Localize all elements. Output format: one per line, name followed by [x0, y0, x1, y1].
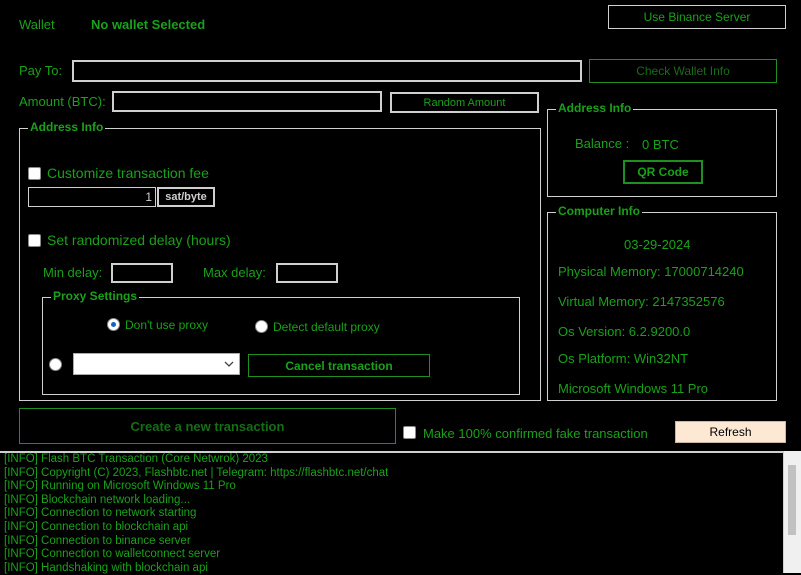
cancel-transaction-button[interactable]: Cancel transaction [248, 354, 430, 377]
log-line: [INFO] Connection to network starting [4, 507, 197, 520]
os-version-text: Os Version: 6.2.9200.0 [558, 324, 691, 339]
log-line: [INFO] Blockchain network loading... [4, 493, 190, 506]
log-line: [INFO] Copyright (C) 2023, Flashbtc.net … [4, 466, 389, 479]
fee-unit-label: sat/byte [157, 187, 215, 207]
amount-input[interactable] [112, 91, 382, 112]
random-delay-label: Set randomized delay (hours) [47, 232, 231, 248]
os-name-text: Microsoft Windows 11 Pro [558, 381, 709, 396]
detect-proxy-radio[interactable] [255, 320, 268, 333]
dont-use-proxy-label: Don't use proxy [125, 318, 208, 332]
customize-fee-label: Customize transaction fee [47, 165, 209, 181]
address-info-right-title: Address Info [556, 101, 634, 115]
computer-info-group: Computer Info 03-29-2024 Physical Memory… [547, 204, 777, 401]
fee-input[interactable]: 1 [28, 187, 156, 207]
log-line: [INFO] Flash BTC Transaction (Core Netwr… [4, 453, 268, 465]
proxy-select[interactable] [73, 353, 240, 375]
random-delay-checkbox[interactable] [28, 234, 41, 247]
detect-proxy-label: Detect default proxy [273, 320, 380, 334]
wallet-value: No wallet Selected [91, 17, 206, 32]
create-transaction-button[interactable]: Create a new transaction [19, 408, 396, 444]
log-line: [INFO] Connection to blockchain api [4, 520, 189, 533]
pay-to-input[interactable] [72, 60, 582, 82]
proxy-settings-group: Proxy Settings Don't use proxy Detect de… [42, 289, 520, 395]
customize-fee-checkbox[interactable] [28, 167, 41, 180]
refresh-button[interactable]: Refresh [675, 421, 786, 443]
custom-proxy-radio[interactable] [49, 358, 62, 371]
min-delay-input[interactable] [111, 263, 173, 283]
fake-confirm-label: Make 100% confirmed fake transaction [423, 426, 648, 441]
balance-label: Balance : [575, 136, 630, 151]
log-line: [INFO] Running on Microsoft Windows 11 P… [4, 480, 236, 493]
log-panel[interactable]: [INFO] Flash BTC Transaction (Core Netwr… [0, 451, 801, 575]
computer-info-title: Computer Info [556, 204, 642, 218]
amount-label: Amount (BTC): [19, 94, 106, 109]
address-info-group: Address Info Customize transaction fee 1… [19, 120, 541, 401]
os-platform-text: Os Platform: Win32NT [558, 351, 689, 366]
proxy-settings-title: Proxy Settings [51, 289, 140, 303]
max-delay-input[interactable] [276, 263, 338, 283]
pay-to-label: Pay To: [19, 63, 63, 78]
log-line: [INFO] Handshaking with blockchain api [4, 561, 208, 574]
address-info-title: Address Info [28, 120, 106, 134]
use-binance-server-button[interactable]: Use Binance Server [608, 5, 786, 29]
date-text: 03-29-2024 [624, 237, 691, 252]
fake-confirm-checkbox[interactable] [403, 426, 416, 439]
log-scrollbar[interactable] [783, 451, 801, 573]
balance-value: 0 BTC [642, 137, 679, 152]
chevron-down-icon [224, 361, 234, 367]
wallet-label: Wallet [19, 17, 55, 32]
log-line: [INFO] Connection to binance server [4, 534, 191, 547]
max-delay-label: Max delay: [203, 265, 266, 280]
virtual-memory-text: Virtual Memory: 2147352576 [558, 294, 725, 309]
scrollbar-thumb[interactable] [788, 465, 796, 535]
log-line: [INFO] Connection to walletconnect serve… [4, 548, 221, 561]
random-amount-button[interactable]: Random Amount [390, 92, 539, 113]
check-wallet-info-button[interactable]: Check Wallet Info [589, 59, 777, 83]
physical-memory-text: Physical Memory: 17000714240 [558, 264, 744, 279]
qr-code-button[interactable]: QR Code [623, 160, 703, 184]
min-delay-label: Min delay: [43, 265, 103, 280]
address-info-right-group: Address Info Balance : 0 BTC QR Code [547, 101, 777, 197]
dont-use-proxy-radio[interactable] [107, 318, 120, 331]
